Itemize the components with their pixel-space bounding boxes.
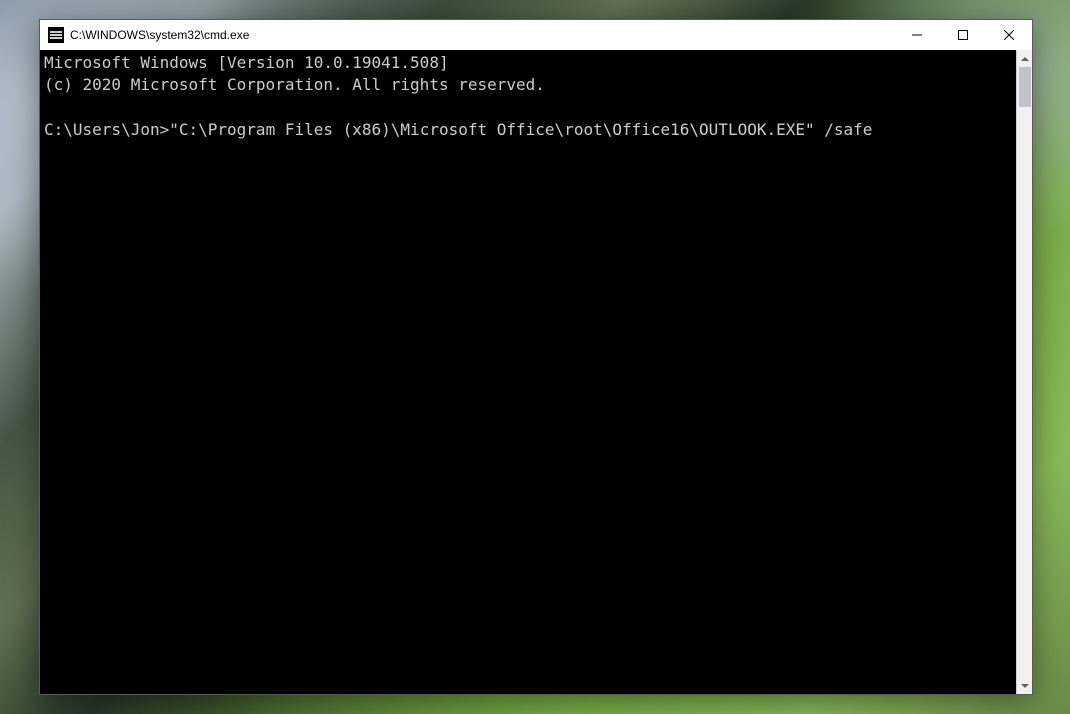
vertical-scrollbar[interactable] bbox=[1016, 50, 1032, 694]
chevron-down-icon bbox=[1021, 684, 1029, 688]
maximize-button[interactable] bbox=[940, 20, 986, 50]
minimize-button[interactable] bbox=[894, 20, 940, 50]
cmd-window: C:\WINDOWS\system32\cmd.exe Microsoft Wi… bbox=[39, 19, 1033, 695]
console-output[interactable]: Microsoft Windows [Version 10.0.19041.50… bbox=[40, 50, 1016, 694]
window-title: C:\WINDOWS\system32\cmd.exe bbox=[70, 28, 249, 42]
scroll-down-button[interactable] bbox=[1017, 677, 1032, 694]
console-prompt: C:\Users\Jon> bbox=[44, 120, 169, 139]
console-command: "C:\Program Files (x86)\Microsoft Office… bbox=[169, 120, 872, 139]
scroll-thumb[interactable] bbox=[1019, 67, 1031, 107]
console-line-copyright: (c) 2020 Microsoft Corporation. All righ… bbox=[44, 75, 545, 94]
window-controls bbox=[894, 20, 1032, 50]
console-area: Microsoft Windows [Version 10.0.19041.50… bbox=[40, 50, 1032, 694]
console-line-version: Microsoft Windows [Version 10.0.19041.50… bbox=[44, 53, 449, 72]
scroll-up-button[interactable] bbox=[1017, 50, 1032, 67]
close-icon bbox=[1004, 30, 1014, 40]
titlebar[interactable]: C:\WINDOWS\system32\cmd.exe bbox=[40, 20, 1032, 50]
chevron-up-icon bbox=[1021, 57, 1029, 61]
cmd-icon bbox=[48, 27, 64, 43]
minimize-icon bbox=[912, 30, 922, 40]
maximize-icon bbox=[958, 30, 968, 40]
close-button[interactable] bbox=[986, 20, 1032, 50]
